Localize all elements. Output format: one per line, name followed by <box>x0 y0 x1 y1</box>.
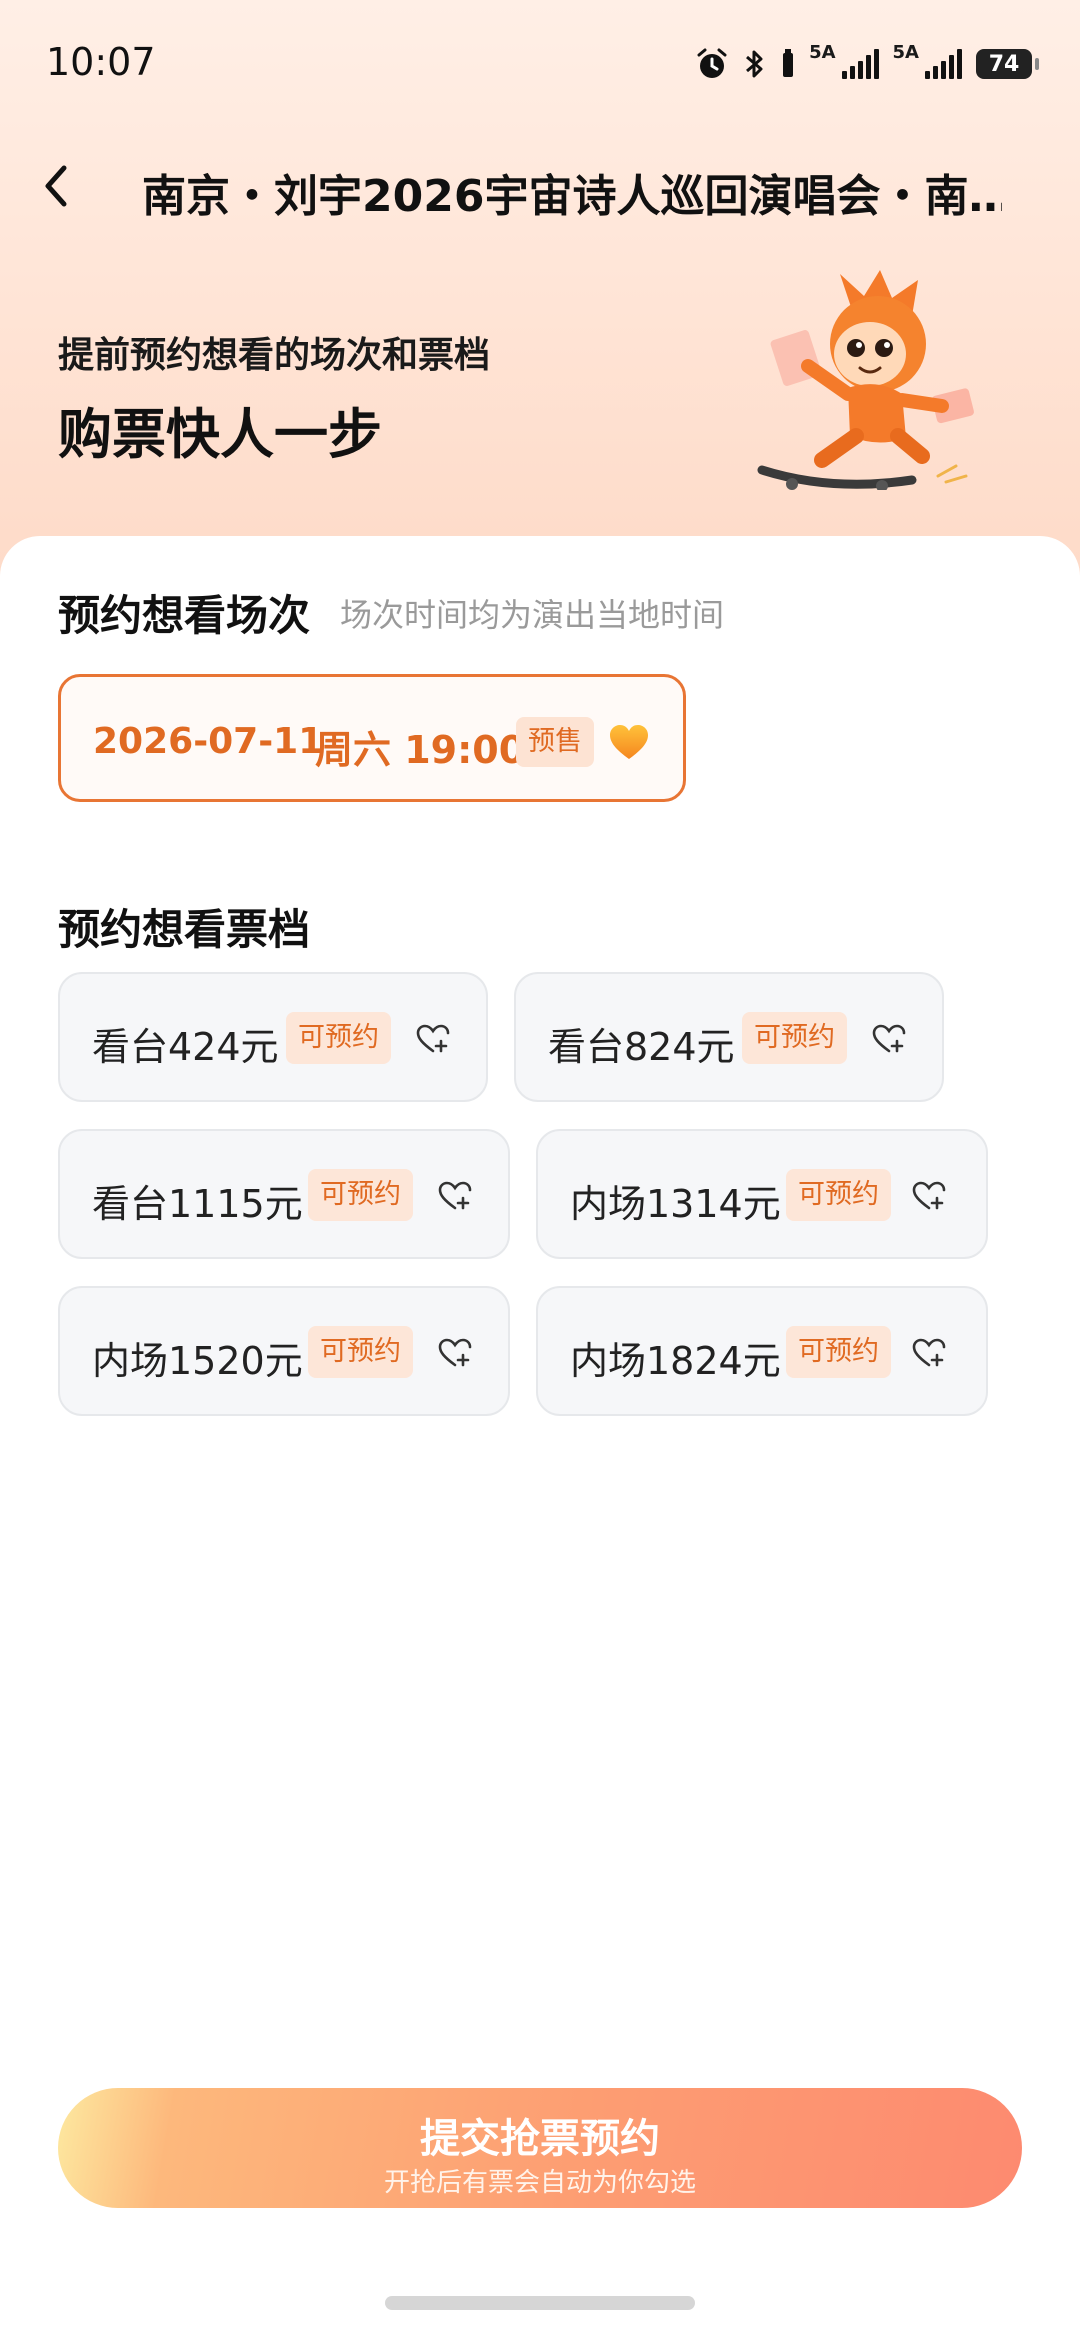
tier-option[interactable]: 内场1824元 可预约 <box>536 1286 988 1416</box>
network-type-2: 5A <box>892 42 919 63</box>
tier-badge: 可预约 <box>286 1012 391 1064</box>
tier-badge: 可预约 <box>786 1169 891 1221</box>
tier-name: 看台424元 <box>92 1025 279 1069</box>
content-card <box>0 536 1080 2330</box>
tier-badge: 可预约 <box>786 1326 891 1378</box>
status-bar: 10:07 5A 5A 74 <box>0 0 1080 120</box>
tier-option[interactable]: 看台824元 可预约 <box>514 972 944 1102</box>
heart-add-icon <box>416 1024 450 1053</box>
tier-option[interactable]: 内场1314元 可预约 <box>536 1129 988 1259</box>
battery-saver-icon <box>783 49 794 77</box>
hero-headline: 购票快人一步 <box>58 403 382 466</box>
tier-option[interactable]: 看台424元 可预约 <box>58 972 488 1102</box>
presale-badge: 预售 <box>516 717 594 767</box>
sessions-section-hint: 场次时间均为演出当地时间 <box>340 596 725 634</box>
heart-add-icon <box>872 1024 906 1053</box>
page-title: 南京・刘宇2026宇宙诗人巡回演唱会・南… <box>142 171 1002 222</box>
bluetooth-icon <box>746 50 763 78</box>
tier-name: 内场1824元 <box>570 1339 781 1383</box>
mascot-illustration <box>757 270 974 490</box>
tiers-section-title: 预约想看票档 <box>58 905 311 954</box>
network-type-1: 5A <box>809 42 836 63</box>
status-time: 10:07 <box>46 40 156 84</box>
tier-option[interactable]: 看台1115元 可预约 <box>58 1129 510 1259</box>
sessions-section-title: 预约想看场次 <box>58 591 311 640</box>
session-option[interactable]: 2026-07-11 周六 19:00 预售 <box>58 674 686 802</box>
heart-add-icon <box>438 1338 472 1367</box>
session-date: 2026-07-11 <box>93 721 324 762</box>
tier-name: 内场1314元 <box>570 1182 781 1226</box>
submit-sublabel: 开抢后有票会自动为你勾选 <box>383 2168 696 2198</box>
tier-name: 看台824元 <box>548 1025 735 1069</box>
tier-badge: 可预约 <box>742 1012 847 1064</box>
tier-name: 看台1115元 <box>92 1182 303 1226</box>
heart-add-icon <box>438 1181 472 1210</box>
status-icons: 5A 5A 74 <box>695 42 1039 84</box>
submit-reservation-button[interactable]: 提交抢票预约 开抢后有票会自动为你勾选 <box>58 2088 1022 2208</box>
hero-subtitle: 提前预约想看的场次和票档 <box>58 335 491 376</box>
submit-label: 提交抢票预约 <box>420 2116 660 2162</box>
tier-badge: 可预约 <box>308 1169 413 1221</box>
heart-add-icon <box>912 1338 946 1367</box>
battery-icon: 74 <box>976 49 1039 79</box>
back-arrow-icon[interactable] <box>34 158 78 214</box>
alarm-icon <box>697 48 727 78</box>
heart-add-icon <box>912 1181 946 1210</box>
tier-option[interactable]: 内场1520元 可预约 <box>58 1286 510 1416</box>
signal-icon-1 <box>841 49 879 79</box>
tier-name: 内场1520元 <box>92 1339 303 1383</box>
heart-selected-icon <box>610 725 648 759</box>
home-indicator[interactable] <box>385 2296 695 2310</box>
tier-badge: 可预约 <box>308 1326 413 1378</box>
signal-icon-2 <box>925 49 962 79</box>
session-time: 周六 19:00 <box>315 728 526 772</box>
